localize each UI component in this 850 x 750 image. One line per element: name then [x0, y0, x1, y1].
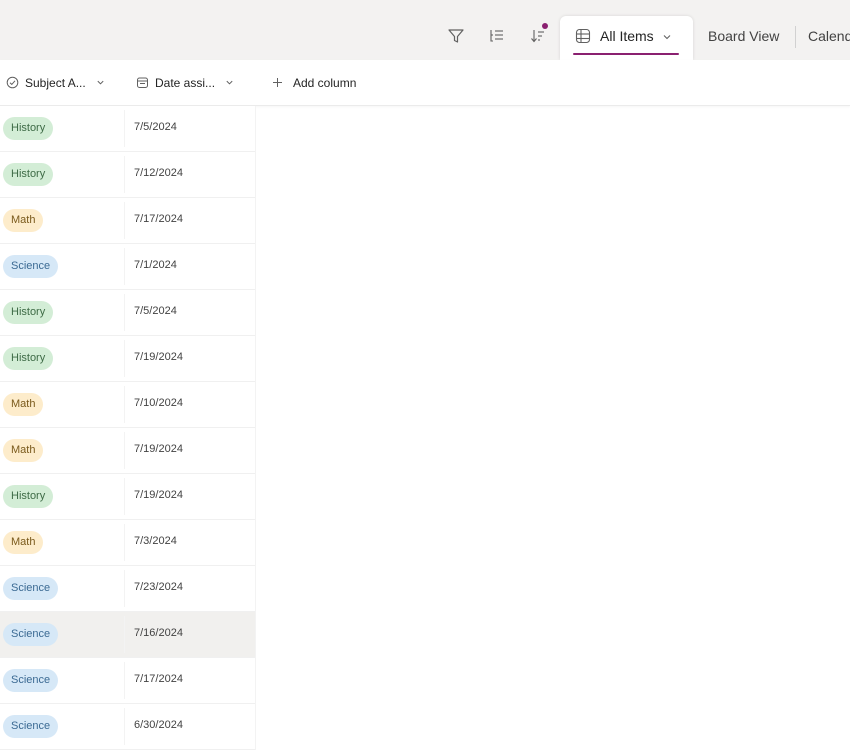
- cell-divider: [124, 708, 125, 745]
- subject-tag[interactable]: History: [3, 485, 54, 508]
- cell-divider: [124, 110, 125, 147]
- cell-divider: [124, 294, 125, 331]
- table-row[interactable]: Science 6/30/2024: [0, 704, 256, 750]
- table-row[interactable]: Science 7/17/2024: [0, 658, 256, 704]
- subject-tag[interactable]: History: [3, 301, 54, 324]
- date-cell[interactable]: 7/1/2024: [134, 259, 177, 271]
- date-cell[interactable]: 7/3/2024: [134, 535, 177, 547]
- date-cell[interactable]: 7/5/2024: [134, 121, 177, 133]
- cell-divider: [124, 662, 125, 699]
- subject-tag[interactable]: Math: [3, 393, 44, 416]
- grid-right-border: [255, 106, 256, 750]
- cell-divider: [124, 202, 125, 239]
- chevron-down-icon[interactable]: [662, 29, 672, 47]
- date-cell[interactable]: 7/5/2024: [134, 305, 177, 317]
- tab-board-view[interactable]: Board View: [708, 28, 779, 44]
- grid-icon: [575, 28, 591, 49]
- add-column-button[interactable]: Add column: [272, 60, 356, 105]
- table-row[interactable]: Math 7/19/2024: [0, 428, 256, 474]
- plus-icon: [272, 77, 283, 88]
- chevron-down-icon[interactable]: [96, 78, 105, 87]
- subject-tag[interactable]: Math: [3, 209, 44, 232]
- list-group-icon[interactable]: [487, 26, 507, 46]
- cell-divider: [124, 248, 125, 285]
- cell-divider: [124, 156, 125, 193]
- subject-tag[interactable]: History: [3, 163, 54, 186]
- date-cell[interactable]: 7/10/2024: [134, 397, 183, 409]
- date-cell[interactable]: 7/23/2024: [134, 581, 183, 593]
- table-row[interactable]: Math 7/10/2024: [0, 382, 256, 428]
- table-row[interactable]: Math 7/17/2024: [0, 198, 256, 244]
- subject-tag[interactable]: Science: [3, 623, 59, 646]
- table-row[interactable]: History 7/12/2024: [0, 152, 256, 198]
- command-bar: All Items Board View Calend: [0, 0, 850, 60]
- table-row[interactable]: History 7/19/2024: [0, 336, 256, 382]
- table-row[interactable]: History 7/19/2024: [0, 474, 256, 520]
- tab-calendar[interactable]: Calend: [808, 28, 850, 44]
- filter-icon[interactable]: [446, 26, 466, 46]
- active-tab-indicator: [573, 53, 679, 55]
- column-header-date[interactable]: Date assi...: [136, 60, 234, 105]
- date-cell[interactable]: 7/19/2024: [134, 351, 183, 363]
- table-row[interactable]: Science 7/1/2024: [0, 244, 256, 290]
- cell-divider: [124, 616, 125, 653]
- table-row[interactable]: History 7/5/2024: [0, 290, 256, 336]
- cell-divider: [124, 478, 125, 515]
- status-check-icon: [6, 76, 19, 89]
- cell-divider: [124, 432, 125, 469]
- cell-divider: [124, 524, 125, 561]
- cell-divider: [124, 386, 125, 423]
- list-grid: History 7/5/2024 History 7/12/2024 Math 7/17/…: [0, 106, 256, 750]
- subject-tag[interactable]: Math: [3, 439, 44, 462]
- subject-tag[interactable]: Science: [3, 669, 59, 692]
- date-cell[interactable]: 7/16/2024: [134, 627, 183, 639]
- date-cell[interactable]: 7/19/2024: [134, 489, 183, 501]
- tab-all-items[interactable]: All Items: [560, 16, 693, 60]
- add-column-label: Add column: [293, 75, 357, 90]
- date-cell[interactable]: 7/17/2024: [134, 673, 183, 685]
- date-cell[interactable]: 7/19/2024: [134, 443, 183, 455]
- date-cell[interactable]: 7/17/2024: [134, 213, 183, 225]
- table-row[interactable]: Science 7/16/2024: [0, 612, 256, 658]
- subject-tag[interactable]: Science: [3, 715, 59, 738]
- chevron-down-icon[interactable]: [225, 78, 234, 87]
- subject-tag[interactable]: History: [3, 117, 54, 140]
- subject-tag[interactable]: Math: [3, 531, 44, 554]
- cell-divider: [124, 340, 125, 377]
- table-row[interactable]: Science 7/23/2024: [0, 566, 256, 612]
- tab-all-items-label: All Items: [600, 28, 654, 44]
- table-row[interactable]: Math 7/3/2024: [0, 520, 256, 566]
- calendar-icon: [136, 76, 149, 89]
- cell-divider: [124, 570, 125, 607]
- sort-icon[interactable]: [528, 23, 548, 46]
- column-header-subject[interactable]: Subject A...: [6, 60, 105, 105]
- subject-tag[interactable]: Science: [3, 255, 59, 278]
- table-row[interactable]: History 7/5/2024: [0, 106, 256, 152]
- column-header-subject-label: Subject A...: [25, 75, 86, 90]
- subject-tag[interactable]: Science: [3, 577, 59, 600]
- column-header-date-label: Date assi...: [155, 75, 216, 90]
- date-cell[interactable]: 7/12/2024: [134, 167, 183, 179]
- tab-divider: [795, 26, 796, 48]
- sort-active-dot: [542, 23, 548, 29]
- date-cell[interactable]: 6/30/2024: [134, 719, 183, 731]
- column-header-row: Subject A... Date assi... Add column: [0, 60, 850, 106]
- subject-tag[interactable]: History: [3, 347, 54, 370]
